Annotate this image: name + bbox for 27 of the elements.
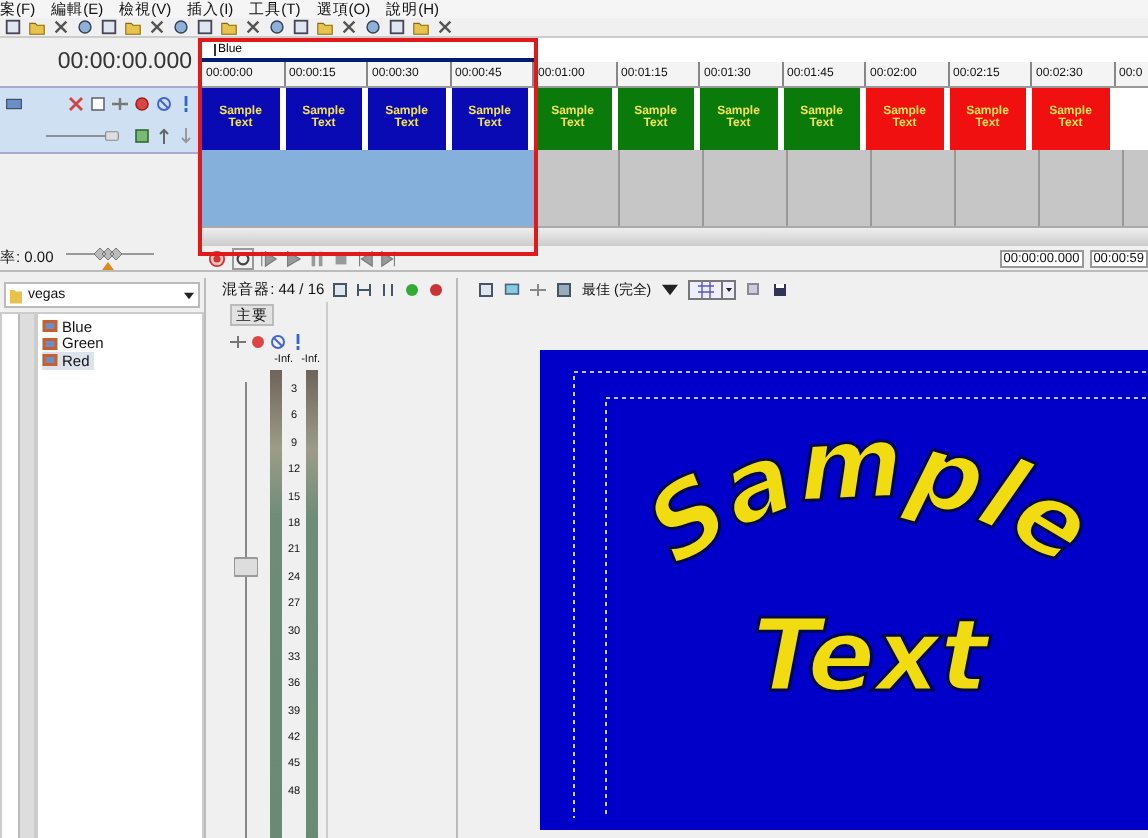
track-icon <box>6 96 22 112</box>
mute-icon[interactable] <box>156 96 172 112</box>
title-text: Text <box>752 598 988 714</box>
gear-icon[interactable] <box>250 334 267 350</box>
rate-slider[interactable] <box>65 246 154 270</box>
insert-fx-icon[interactable] <box>428 282 445 298</box>
monitor-icon[interactable] <box>504 282 520 298</box>
new-file-icon[interactable] <box>4 18 22 36</box>
up-arrow-icon[interactable] <box>156 128 172 144</box>
loop-button[interactable] <box>232 247 254 269</box>
gear-icon[interactable] <box>134 96 150 112</box>
mute-icon[interactable] <box>270 334 287 350</box>
previous-button[interactable] <box>356 249 374 267</box>
vertical-scrollbar[interactable] <box>18 314 34 838</box>
grid-button[interactable] <box>687 280 736 300</box>
folder-icon <box>10 287 22 303</box>
title-text: Sample <box>626 403 1111 588</box>
caret-icon <box>184 291 195 299</box>
volume-fader[interactable] <box>234 382 259 838</box>
motion-icon[interactable] <box>90 96 106 112</box>
caret-icon <box>661 282 678 298</box>
next-button[interactable] <box>380 249 398 267</box>
fx-icon[interactable] <box>68 96 84 112</box>
play-from-start-button[interactable] <box>260 249 278 267</box>
insert-bus-icon[interactable] <box>404 282 421 298</box>
time-display: 00:00:00.000 <box>57 50 192 74</box>
horizontal-scrollbar[interactable] <box>200 226 1148 246</box>
